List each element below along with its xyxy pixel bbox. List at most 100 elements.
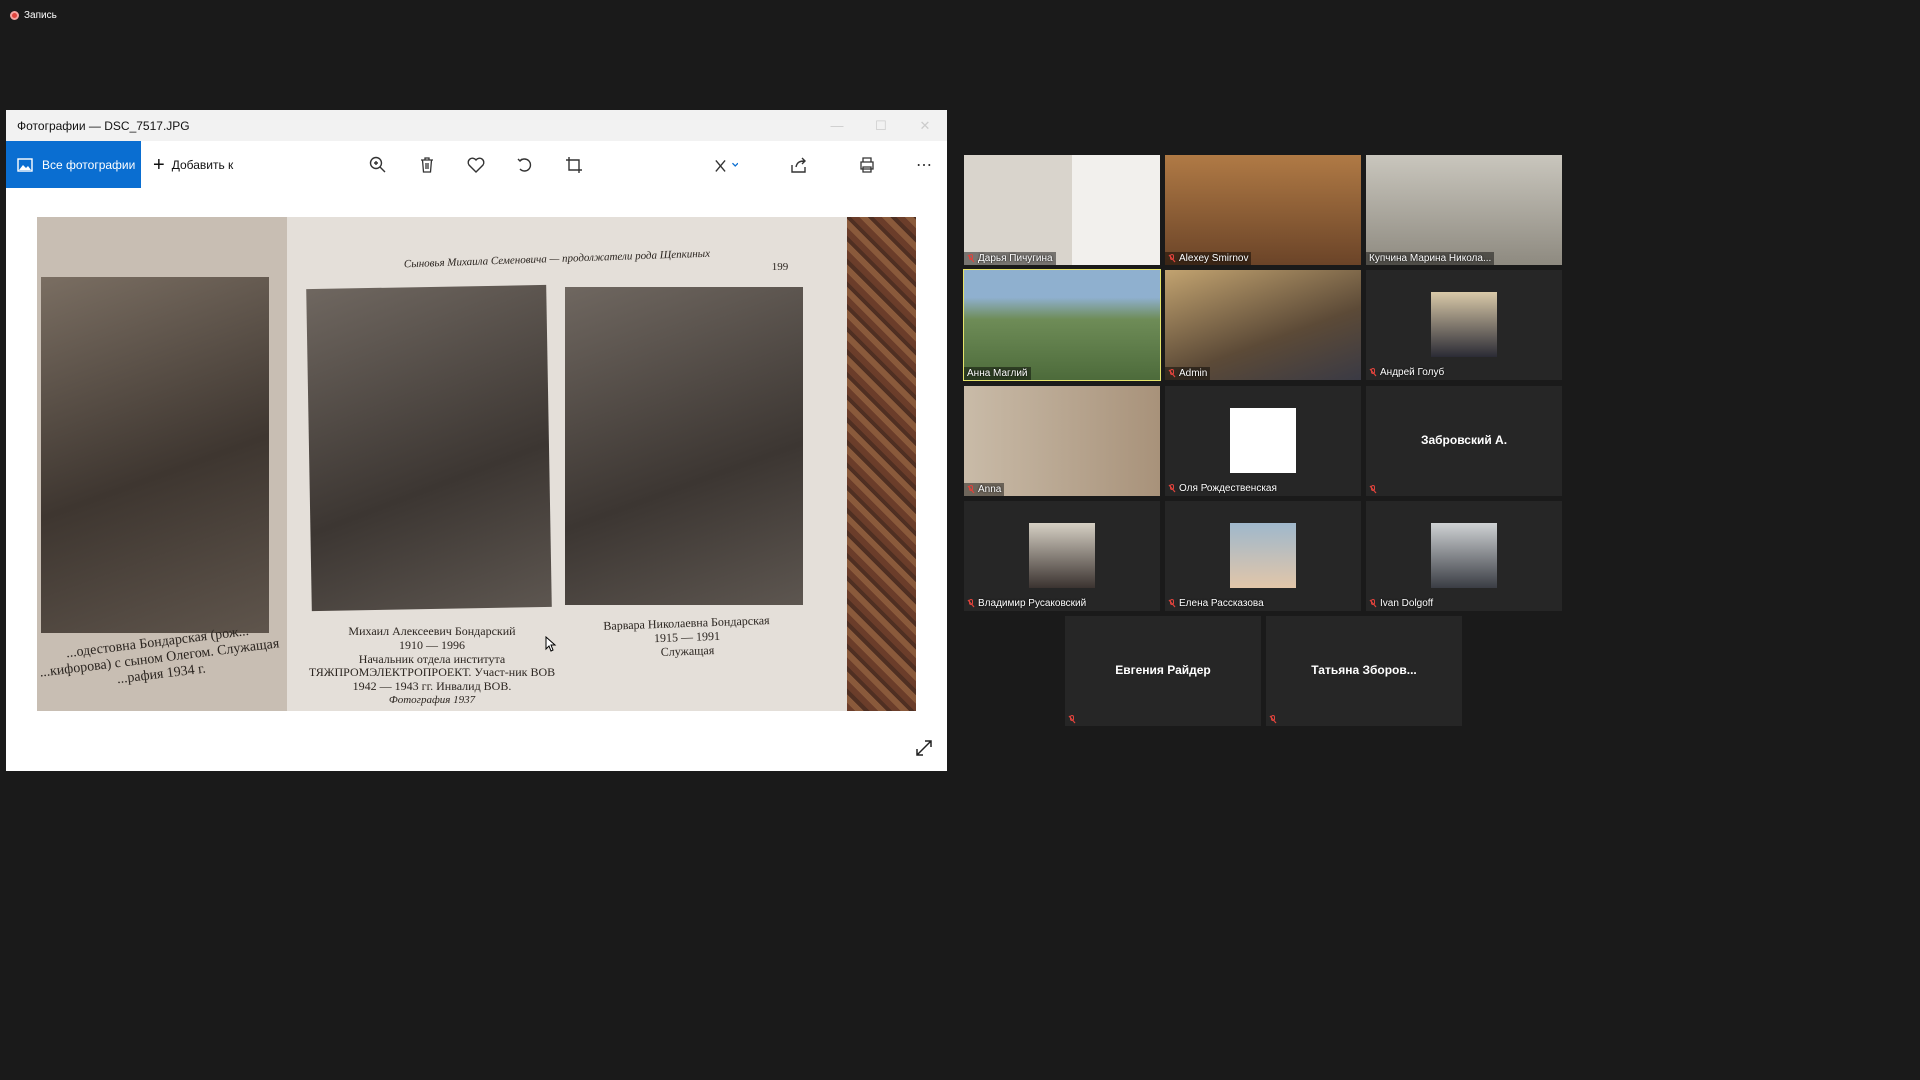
participant-video [964,386,1160,496]
participant-name: Елена Рассказова [1168,598,1264,609]
all-photos-label: Все фотографии [42,157,136,172]
close-icon[interactable]: ✕ [903,110,947,141]
book-header: Сыновья Михаила Семеновича — продолжател… [403,247,711,271]
image-viewer[interactable]: ...одестовна Бондарская (рож... ...кифор… [6,188,947,771]
caption-middle-years: 1910 — 1996 [399,637,465,652]
participant-name-label: Anna [978,484,1002,495]
crop-icon[interactable] [562,153,586,177]
participant-tile[interactable]: Оля Рождественская [1165,386,1361,496]
mic-muted-icon [1168,599,1176,608]
fabric-background [847,217,916,711]
participant-tile[interactable]: Alexey Smirnov [1165,155,1361,265]
caption-middle-name: Михаил Алексеевич Бондарский [348,624,516,638]
participant-name-label: Елена Рассказова [1179,598,1264,609]
delete-icon[interactable] [415,153,439,177]
participant-avatar [1029,523,1095,588]
mic-muted-icon [1168,369,1176,378]
add-to-button[interactable]: + Добавить к [153,155,233,175]
participant-center-name: Татьяна Зборов... [1311,663,1417,677]
participant-tile[interactable]: Anna [964,386,1160,496]
participant-name-label: Оля Рождественская [1179,483,1277,494]
mic-muted-icon [967,485,975,494]
participant-name [1269,715,1277,724]
participant-name [1068,715,1076,724]
more-icon[interactable]: ⋯ [912,153,936,177]
mic-muted-icon [1068,715,1076,724]
favorite-icon[interactable] [464,153,488,177]
right-page: Сыновья Михаила Семеновича — продолжател… [287,217,847,711]
mic-muted-icon [1369,599,1377,608]
photo-icon [17,157,33,172]
participant-avatar [1431,292,1497,357]
minimize-icon[interactable]: — [815,110,859,141]
title-bar: Фотографии — DSC_7517.JPG — ☐ ✕ [6,110,947,141]
all-photos-button[interactable]: Все фотографии [6,141,141,188]
zoom-in-icon[interactable] [366,153,390,177]
participant-name: Андрей Голуб [1369,367,1444,378]
photos-window: Фотографии — DSC_7517.JPG — ☐ ✕ Все фото… [6,110,947,771]
participant-tile[interactable]: Андрей Голуб [1366,270,1562,380]
share-icon[interactable] [787,153,811,177]
participant-tile[interactable]: Admin [1165,270,1361,380]
participant-center-name: Евгения Райдер [1115,663,1211,677]
mic-muted-icon [1369,368,1377,377]
recording-label: Запись [24,10,57,21]
participant-name: Владимир Русаковский [967,598,1086,609]
rotate-icon[interactable] [513,153,537,177]
participant-name: Анна Маглий [964,367,1031,380]
participant-name-label: Alexey Smirnov [1179,253,1249,264]
participant-name-label: Владимир Русаковский [978,598,1087,609]
participant-tile[interactable]: Елена Рассказова [1165,501,1361,611]
participant-tile[interactable]: Анна Маглий [963,269,1161,381]
left-page: ...одестовна Бондарская (рож... ...кифор… [37,217,287,711]
caption-middle-text: Начальник отдела института ТЯЖПРОМЭЛЕКТР… [308,651,556,694]
mic-muted-icon [967,254,975,263]
participant-video [1165,270,1361,380]
participant-name: Дарья Пичугина [964,252,1056,265]
mic-muted-icon [1369,485,1377,494]
participant-tile[interactable]: Евгения Райдер [1065,616,1261,726]
participant-name-label: Андрей Голуб [1380,367,1445,378]
caption-right: Варвара Николаевна Бондарская 1915 — 199… [576,613,797,662]
participant-video [964,155,1160,265]
toolbar: Все фотографии + Добавить к ⋯ [6,141,947,188]
participant-center-name: Забровский А. [1420,433,1508,447]
participant-name-label: Ivan Dolgoff [1380,598,1434,609]
participant-name: Купчина Марина Никола... [1366,252,1495,265]
participant-name [1369,485,1377,494]
mic-muted-icon [967,599,975,608]
participant-tile[interactable]: Дарья Пичугина [964,155,1160,265]
expand-icon[interactable] [915,739,933,757]
participant-tile[interactable]: Купчина Марина Никола... [1366,155,1562,265]
participant-name: Alexey Smirnov [1165,252,1252,265]
mic-muted-icon [1168,484,1176,493]
participant-name: Оля Рождественская [1168,483,1277,494]
mic-muted-icon [1269,715,1277,724]
recording-indicator: Запись [10,10,57,21]
participant-video [1366,155,1562,265]
caption-middle: Михаил Алексеевич Бондарский 1910 — 1996… [297,624,567,707]
participant-tile[interactable]: Татьяна Зборов... [1266,616,1462,726]
caption-middle-photo: Фотография 1937 [388,693,476,706]
page-number: 199 [771,261,789,273]
participant-avatar [1431,523,1497,588]
participant-name: Admin [1165,367,1211,380]
participant-name-label: Дарья Пичугина [978,253,1053,264]
maximize-icon[interactable]: ☐ [859,110,903,141]
record-icon [10,11,19,20]
participant-tile[interactable]: Владимир Русаковский [964,501,1160,611]
participant-name-label: Купчина Марина Никола... [1369,253,1492,264]
edit-icon[interactable] [714,153,738,177]
participant-tile[interactable]: Забровский А. [1366,386,1562,496]
participant-video [1165,155,1361,265]
participant-name: Ivan Dolgoff [1369,598,1433,609]
participant-avatar [1230,523,1296,588]
mouse-cursor-icon [545,636,557,652]
participant-name: Anna [964,483,1005,496]
participant-tile[interactable]: Ivan Dolgoff [1366,501,1562,611]
print-icon[interactable] [855,153,879,177]
plus-icon: + [153,153,165,176]
participant-name-label: Admin [1179,368,1208,379]
window-title: Фотографии — DSC_7517.JPG [17,118,190,133]
book-photo: ...одестовна Бондарская (рож... ...кифор… [37,217,916,711]
